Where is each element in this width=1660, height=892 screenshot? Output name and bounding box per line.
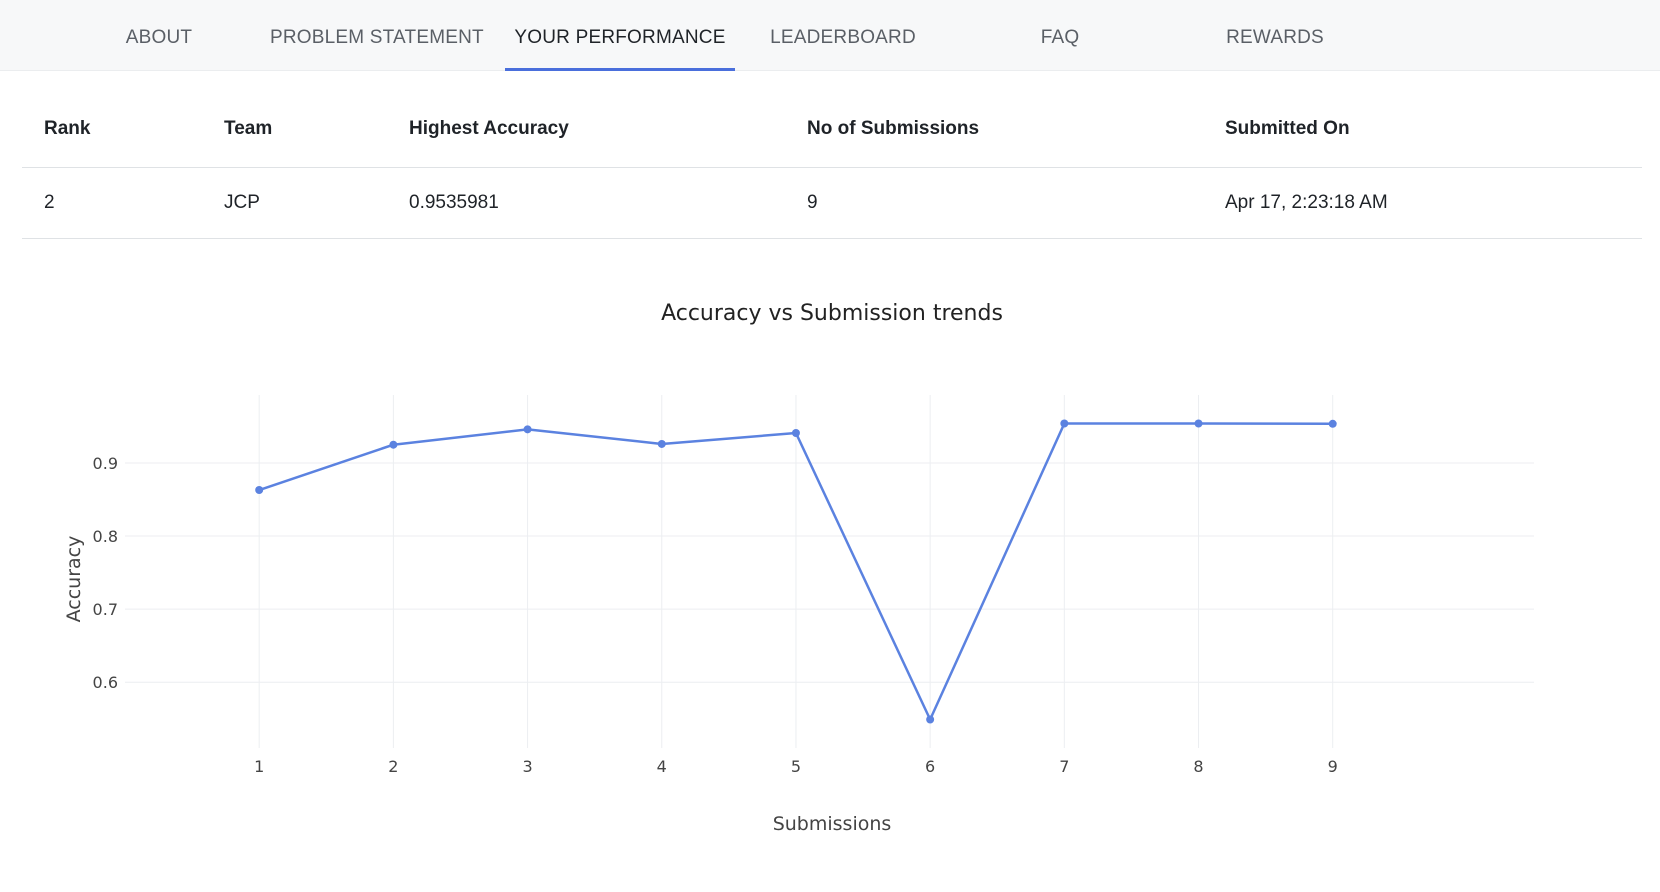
tab-rewards[interactable]: REWARDS — [1222, 0, 1328, 70]
y-tick-label: 0.9 — [93, 454, 118, 473]
data-point — [255, 486, 264, 495]
tab-problem-statement[interactable]: PROBLEM STATEMENT — [270, 0, 484, 70]
y-tick-label: 0.7 — [93, 600, 118, 619]
tab-faq[interactable]: FAQ — [1032, 0, 1088, 70]
y-tick-label: 0.8 — [93, 527, 118, 546]
tab-bar: ABOUT PROBLEM STATEMENT YOUR PERFORMANCE… — [0, 0, 1660, 71]
y-axis-label: Accuracy — [63, 536, 85, 623]
accuracy-chart: Accuracy vs Submission trends 1 2 3 4 5 6 7 8 9 0… — [0, 280, 1660, 840]
table-row: 2 JCP 0.9535981 9 Apr 17, 2:23:18 AM — [22, 167, 1642, 239]
y-tick-label: 0.6 — [93, 673, 118, 692]
table-header-row: Rank Team Highest Accuracy No of Submiss… — [22, 90, 1642, 168]
x-tick-label: 6 — [925, 757, 935, 776]
x-tick-label: 2 — [388, 757, 398, 776]
x-tick-label: 7 — [1059, 757, 1069, 776]
data-point — [791, 429, 800, 438]
x-tick-label: 1 — [254, 757, 264, 776]
data-point — [1060, 419, 1069, 428]
cell-highest-accuracy: 0.9535981 — [387, 167, 785, 239]
x-axis-label: Submissions — [773, 813, 892, 835]
header-rank: Rank — [22, 90, 202, 168]
header-highest-accuracy: Highest Accuracy — [387, 90, 785, 168]
cell-submitted-on: Apr 17, 2:23:18 AM — [1203, 167, 1642, 239]
data-point — [1328, 419, 1337, 428]
performance-table: Rank Team Highest Accuracy No of Submiss… — [22, 90, 1642, 239]
data-point — [389, 440, 398, 449]
x-tick-label: 3 — [522, 757, 532, 776]
chart-svg: Accuracy vs Submission trends 1 2 3 4 5 6 7 8 9 0… — [63, 301, 1534, 835]
chart-title: Accuracy vs Submission trends — [661, 301, 1003, 326]
cell-team: JCP — [202, 167, 387, 239]
x-tick-label: 4 — [657, 757, 667, 776]
header-no-of-submissions: No of Submissions — [785, 90, 1203, 168]
chart-grid — [125, 395, 1534, 748]
tab-about[interactable]: ABOUT — [118, 0, 200, 70]
data-point — [523, 425, 532, 434]
header-submitted-on: Submitted On — [1203, 90, 1642, 168]
cell-rank: 2 — [22, 167, 202, 239]
x-tick-label: 8 — [1193, 757, 1203, 776]
x-tick-label: 9 — [1328, 757, 1338, 776]
chart-axes: 1 2 3 4 5 6 7 8 9 0.6 0.7 0.8 0.9 — [93, 454, 1338, 776]
x-tick-label: 5 — [791, 757, 801, 776]
tab-leaderboard[interactable]: LEADERBOARD — [770, 0, 916, 70]
cell-no-of-submissions: 9 — [785, 167, 1203, 239]
tab-your-performance[interactable]: YOUR PERFORMANCE — [505, 0, 735, 71]
data-point — [1194, 419, 1203, 428]
header-team: Team — [202, 90, 387, 168]
data-point — [657, 439, 666, 448]
data-point — [926, 715, 935, 724]
